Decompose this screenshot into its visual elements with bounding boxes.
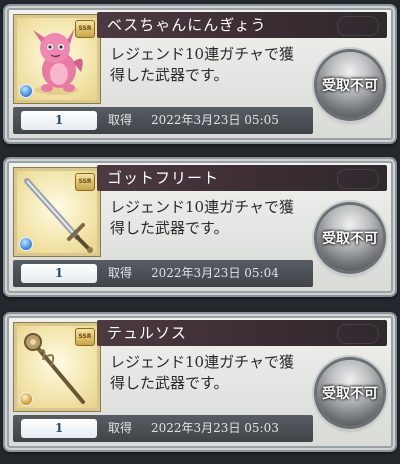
item-name: テュルソス: [107, 324, 188, 342]
item-title-bar: ゴットフリート: [97, 165, 387, 191]
unclaimable-status-button[interactable]: 受取不可: [317, 360, 383, 426]
ornament-icon: [337, 169, 379, 189]
description-line: レジェンド10連ガチャで獲: [110, 198, 294, 216]
acquired-date: 2022年3月23日 05:03: [151, 421, 279, 435]
item-card: SSR ベスちゃんにんぎょう レジェンド10連ガチャで獲 得した武器です。 受取…: [3, 4, 397, 144]
ssr-rarity-icon: SSR: [75, 20, 95, 38]
item-footer: 1 取得 2022年3月23日 05:04: [13, 260, 313, 287]
acquired-label: 取得: [108, 113, 133, 127]
ornament-icon: [337, 324, 379, 344]
item-name: ベスちゃんにんぎょう: [107, 16, 267, 34]
description-line: 得した武器です。: [110, 374, 229, 392]
item-description: レジェンド10連ガチャで獲 得した武器です。: [110, 352, 310, 394]
quantity-badge: 1: [21, 419, 97, 438]
ssr-rarity-icon: SSR: [75, 328, 95, 346]
ssr-rarity-icon: SSR: [75, 173, 95, 191]
quantity-badge: 1: [21, 111, 97, 130]
ornament-icon: [337, 16, 379, 36]
acquired-date: 2022年3月23日 05:04: [151, 266, 279, 280]
item-name: ゴットフリート: [107, 169, 220, 187]
item-title-bar: テュルソス: [97, 320, 387, 346]
item-title-bar: ベスちゃんにんぎょう: [97, 12, 387, 38]
item-card: SSR ゴットフリート レジェンド10連ガチャで獲 得した武器です。 受取不可 …: [3, 157, 397, 297]
item-description: レジェンド10連ガチャで獲 得した武器です。: [110, 197, 310, 239]
unclaimable-status-button[interactable]: 受取不可: [317, 52, 383, 118]
item-description: レジェンド10連ガチャで獲 得した武器です。: [110, 44, 310, 86]
item-thumbnail: SSR: [14, 168, 100, 256]
description-line: 得した武器です。: [110, 219, 229, 237]
item-footer: 1 取得 2022年3月23日 05:05: [13, 107, 313, 134]
water-element-icon: [19, 237, 33, 251]
quantity-badge: 1: [21, 264, 97, 283]
acquired-date: 2022年3月23日 05:05: [151, 113, 279, 127]
acquired-label: 取得: [108, 266, 133, 280]
item-thumbnail: SSR: [14, 15, 100, 103]
item-footer: 1 取得 2022年3月23日 05:03: [13, 415, 313, 442]
description-line: レジェンド10連ガチャで獲: [110, 45, 294, 63]
acquired-label: 取得: [108, 421, 133, 435]
unclaimable-status-button[interactable]: 受取不可: [317, 205, 383, 271]
description-line: レジェンド10連ガチャで獲: [110, 353, 294, 371]
item-thumbnail: SSR: [14, 323, 100, 411]
item-list: SSR ベスちゃんにんぎょう レジェンド10連ガチャで獲 得した武器です。 受取…: [0, 0, 400, 464]
item-card: SSR テュルソス レジェンド10連ガチャで獲 得した武器です。 受取不可 1 …: [3, 312, 397, 452]
description-line: 得した武器です。: [110, 66, 229, 84]
water-element-icon: [19, 84, 33, 98]
light-element-icon: [19, 392, 33, 406]
